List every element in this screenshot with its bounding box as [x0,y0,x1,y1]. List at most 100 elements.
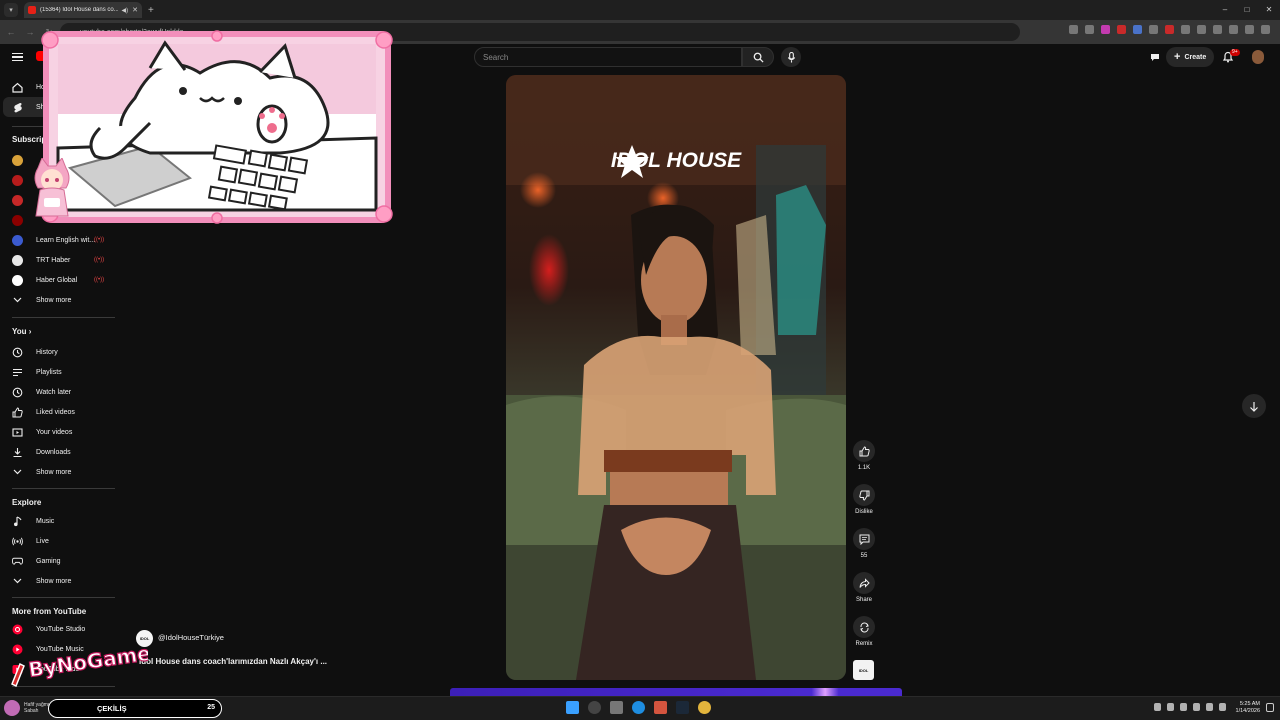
sidebar-item-gaming[interactable]: Gaming [0,551,116,571]
extensions-puzzle-icon[interactable] [1181,25,1190,34]
sidebar-item-label: History [36,348,58,356]
weather-widget[interactable]: Hafif yağmur Sabah [4,700,52,716]
speaker-icon[interactable]: ◀) [122,7,129,14]
dislike-label: Dislike [855,509,873,515]
sidebar-divider [12,488,115,489]
search-input[interactable] [483,52,741,62]
shorts-video-player[interactable]: IDOL HOUSE [506,75,846,680]
like-icon [12,406,23,418]
explore-show-more[interactable]: Show more [0,571,116,591]
live-indicator-icon: ((•)) [94,277,105,283]
subscription-channel[interactable]: TRT Haber ((•)) [0,250,116,270]
sidebar-item-music[interactable]: Music [0,511,116,531]
channel-name: Learn English wit... [36,236,96,244]
you-show-more[interactable]: Show more [0,462,116,482]
sidebar-item-watch-later[interactable]: Watch later [0,382,116,402]
sidebar-divider [12,597,115,598]
sound-thumbnail-text: IDOL [858,667,869,673]
profile-icon[interactable] [1245,25,1254,34]
link-icon[interactable] [1197,25,1206,34]
maximize-button[interactable]: □ [1236,0,1258,20]
system-clock[interactable]: 5:25 AM 1/14/2026 [1226,701,1260,715]
sidebar-item-playlists[interactable]: Playlists [0,362,116,382]
dislike-button[interactable]: Dislike [850,484,878,515]
search-button[interactable] [742,47,774,67]
channel-avatar [12,154,23,166]
install-app-icon[interactable] [1069,25,1078,34]
menu-kebab-icon[interactable] [1261,25,1270,34]
watch-later-icon [12,387,23,398]
task-view-icon[interactable] [610,701,623,714]
your-videos-icon [12,427,23,438]
sidebar-item-liked-videos[interactable]: Liked videos [0,402,116,422]
explore-heading: Explore [12,498,42,507]
browser-tab[interactable]: (15364) Idol House dans co... ◀) ✕ [24,2,142,18]
chrome-browser-icon[interactable] [698,701,711,714]
search-icon[interactable] [588,701,601,714]
search-icon [753,52,764,63]
windows-start-icon[interactable] [566,701,579,714]
tab-title: (15364) Idol House dans co... [40,7,118,13]
sidebar-item-downloads[interactable]: Downloads [0,442,116,462]
sidebar-item-history[interactable]: History [0,342,116,362]
like-button[interactable]: 1.1K [850,440,878,471]
chat-icon[interactable] [1150,52,1160,62]
minimize-button[interactable]: – [1214,0,1236,20]
remix-icon [853,616,875,638]
tray-overflow-icon[interactable] [1154,703,1161,711]
remix-button[interactable]: Remix [850,616,878,647]
extension-icon[interactable] [1149,25,1158,34]
chevron-down-icon [12,467,23,478]
subscription-channel[interactable]: Haber Global ((•)) [0,270,116,290]
battery-icon[interactable] [1219,703,1226,711]
sidebar-item-label: Music [36,517,55,525]
close-window-button[interactable]: ✕ [1258,0,1280,20]
home-icon [12,82,23,93]
close-tab-icon[interactable]: ✕ [132,6,138,14]
extension-icon[interactable] [1133,25,1142,34]
account-avatar[interactable] [1252,50,1264,64]
channel-avatar [12,214,23,226]
comments-button[interactable]: 55 [850,528,878,559]
back-icon[interactable]: ← [3,27,19,37]
tab-search-icon[interactable]: ▾ [4,3,18,17]
extension-icon[interactable] [1165,25,1174,34]
voice-search-button[interactable] [781,47,801,67]
channel-handle[interactable]: @IdolHouseTürkiye [158,633,224,642]
steam-icon[interactable] [676,701,689,714]
live-indicator-icon: ((•)) [94,257,105,263]
share-button[interactable]: Share [850,572,878,603]
video-title[interactable]: Idol House dans coach'larımızdan Nazlı A… [139,657,327,666]
playlists-icon [12,367,23,378]
sidebar-item-your-videos[interactable]: Your videos [0,422,116,442]
hamburger-menu-icon[interactable] [12,53,23,61]
subscriptions-show-more[interactable]: Show more [0,290,116,310]
new-tab-icon[interactable]: + [148,5,154,16]
browser-tab-bar: ▾ (15364) Idol House dans co... ◀) ✕ + –… [0,0,1280,20]
volume-icon[interactable] [1206,703,1213,711]
weather-time-of-day: Sabah [24,708,39,714]
subscription-channel[interactable]: Learn English wit... ((•)) [0,230,116,250]
you-heading[interactable]: You › [12,327,31,336]
extension-icon[interactable] [1101,25,1110,34]
network-icon[interactable] [1193,703,1200,711]
onedrive-icon[interactable] [1167,703,1174,711]
edge-browser-icon[interactable] [632,701,645,714]
forward-icon[interactable]: → [22,27,38,37]
cat-keyboard-stream-overlay [41,30,393,224]
mic-tray-icon[interactable] [1180,703,1187,711]
notification-center-icon[interactable] [1266,703,1274,712]
search-box [474,47,742,67]
bookmark-star-icon[interactable] [1085,25,1094,34]
sidepanel-icon[interactable] [1229,25,1238,34]
thumbs-down-icon [853,484,875,506]
next-video-button[interactable] [1242,394,1266,418]
sound-thumbnail[interactable]: IDOL [853,660,874,680]
app-icon[interactable] [654,701,667,714]
create-button[interactable]: + Create [1166,47,1215,67]
history-icon [12,347,23,358]
extension-icon[interactable] [1117,25,1126,34]
downloads-icon[interactable] [1213,25,1222,34]
sidebar-item-live[interactable]: Live [0,531,116,551]
like-count: 1.1K [857,465,871,471]
